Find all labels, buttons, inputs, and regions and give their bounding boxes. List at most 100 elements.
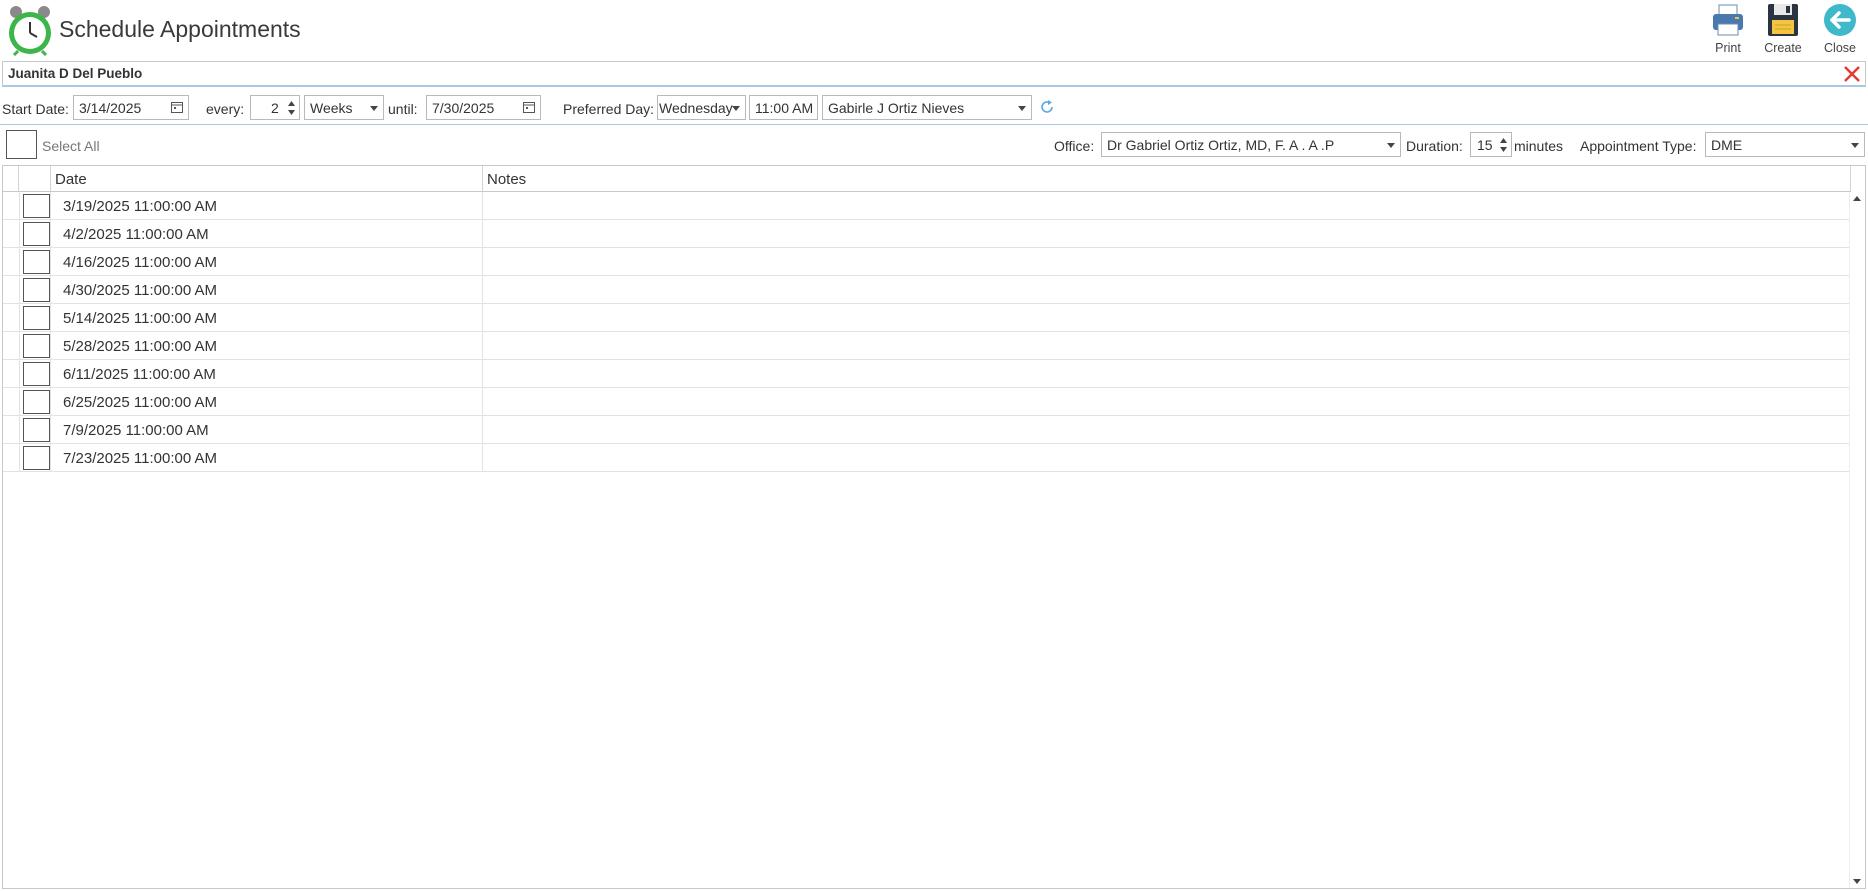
date-cell[interactable]: 6/11/2025 11:00:00 AM [51, 360, 483, 387]
duration-stepper[interactable]: 15 [1470, 132, 1512, 157]
notes-cell[interactable] [483, 416, 1851, 443]
table-row[interactable]: 7/9/2025 11:00:00 AM [3, 416, 1851, 444]
notes-cell[interactable] [483, 192, 1851, 219]
provider-value: Gabirle J Ortiz Nieves [828, 100, 965, 116]
row-checkbox[interactable] [23, 306, 50, 330]
appointment-type-label: Appointment Type: [1580, 138, 1697, 154]
date-value: 6/25/2025 11:00:00 AM [63, 394, 218, 411]
date-cell[interactable]: 4/30/2025 11:00:00 AM [51, 276, 483, 303]
time-input[interactable]: 11:00 AM [749, 95, 818, 120]
appointments-grid: Date Notes 3/19/2025 11:00:00 AM 4/2/2025… [2, 165, 1866, 889]
stepper-arrows-icon[interactable] [287, 98, 296, 118]
provider-select[interactable]: Gabirle J Ortiz Nieves [822, 95, 1032, 120]
start-date-picker[interactable]: 3/14/2025 [73, 95, 189, 120]
create-button[interactable]: Create [1755, 2, 1811, 58]
row-select-cell [19, 220, 51, 247]
table-row[interactable]: 6/25/2025 11:00:00 AM [3, 388, 1851, 416]
row-checkbox[interactable] [23, 418, 50, 442]
duration-value: 15 [1477, 137, 1493, 153]
start-date-label: Start Date: [2, 101, 69, 117]
column-header-date[interactable]: Date [51, 166, 483, 191]
notes-cell[interactable] [483, 444, 1851, 471]
duration-label: Duration: [1406, 138, 1463, 154]
select-all-checkbox[interactable] [6, 130, 37, 159]
calendar-icon[interactable] [523, 101, 535, 113]
row-checkbox[interactable] [23, 446, 50, 470]
start-date-value: 3/14/2025 [79, 100, 142, 116]
schedule-controls: Start Date: 3/14/2025 every: 2 Weeks unt… [0, 94, 1868, 124]
every-stepper[interactable]: 2 [250, 95, 300, 120]
row-select-cell [19, 276, 51, 303]
row-checkbox[interactable] [23, 278, 50, 302]
row-checkbox[interactable] [23, 194, 50, 218]
date-value: 5/14/2025 11:00:00 AM [63, 310, 218, 327]
date-cell[interactable]: 7/23/2025 11:00:00 AM [51, 444, 483, 471]
notes-cell[interactable] [483, 360, 1851, 387]
date-cell[interactable]: 5/28/2025 11:00:00 AM [51, 332, 483, 359]
table-row[interactable]: 5/14/2025 11:00:00 AM [3, 304, 1851, 332]
row-select-cell [19, 192, 51, 219]
until-date-picker[interactable]: 7/30/2025 [426, 95, 541, 120]
select-all-label: Select All [42, 138, 100, 154]
row-checkbox[interactable] [23, 250, 50, 274]
row-indicator [3, 444, 19, 471]
notes-cell[interactable] [483, 388, 1851, 415]
row-checkbox[interactable] [23, 222, 50, 246]
appointment-type-select[interactable]: DME [1705, 132, 1865, 157]
scroll-up-icon[interactable] [1853, 196, 1861, 201]
preferred-day-select[interactable]: Wednesday [657, 95, 746, 120]
chevron-down-icon [1851, 143, 1859, 148]
close-button[interactable]: Close [1812, 2, 1868, 58]
scroll-down-icon[interactable] [1853, 879, 1861, 884]
date-cell[interactable]: 3/19/2025 11:00:00 AM [51, 192, 483, 219]
table-row[interactable]: 4/16/2025 11:00:00 AM [3, 248, 1851, 276]
print-button[interactable]: Print [1700, 2, 1756, 58]
table-row[interactable]: 3/19/2025 11:00:00 AM [3, 192, 1851, 220]
grid-body: 3/19/2025 11:00:00 AM 4/2/2025 11:00:00 A… [3, 192, 1851, 472]
row-checkbox[interactable] [23, 390, 50, 414]
notes-cell[interactable] [483, 220, 1851, 247]
interval-unit-value: Weeks [310, 100, 353, 116]
date-cell[interactable]: 4/2/2025 11:00:00 AM [51, 220, 483, 247]
date-cell[interactable]: 4/16/2025 11:00:00 AM [51, 248, 483, 275]
date-value: 3/19/2025 11:00:00 AM [63, 198, 218, 215]
close-label: Close [1824, 41, 1856, 55]
date-value: 4/2/2025 11:00:00 AM [63, 226, 209, 243]
interval-unit-select[interactable]: Weeks [304, 95, 384, 120]
table-row[interactable]: 5/28/2025 11:00:00 AM [3, 332, 1851, 360]
calendar-icon[interactable] [171, 101, 183, 113]
notes-cell[interactable] [483, 276, 1851, 303]
until-label: until: [388, 101, 418, 117]
every-label: every: [206, 101, 245, 117]
date-cell[interactable]: 5/14/2025 11:00:00 AM [51, 304, 483, 331]
close-icon[interactable] [1841, 63, 1863, 85]
vertical-scrollbar[interactable] [1849, 192, 1865, 888]
date-value: 7/9/2025 11:00:00 AM [63, 422, 209, 439]
table-row[interactable]: 6/11/2025 11:00:00 AM [3, 360, 1851, 388]
refresh-icon[interactable] [1039, 99, 1055, 115]
row-select-cell [19, 444, 51, 471]
row-select-cell [19, 360, 51, 387]
office-select[interactable]: Dr Gabriel Ortiz Ortiz, MD, F. A . A .P [1101, 132, 1401, 157]
row-select-cell [19, 304, 51, 331]
page-title: Schedule Appointments [59, 16, 301, 42]
table-row[interactable]: 4/2/2025 11:00:00 AM [3, 220, 1851, 248]
row-select-cell [19, 248, 51, 275]
row-checkbox[interactable] [23, 362, 50, 386]
row-indicator-header [3, 166, 19, 191]
date-value: 5/28/2025 11:00:00 AM [63, 338, 218, 355]
date-cell[interactable]: 7/9/2025 11:00:00 AM [51, 416, 483, 443]
date-value: 4/30/2025 11:00:00 AM [63, 282, 218, 299]
stepper-arrows-icon[interactable] [1499, 135, 1508, 155]
preferred-day-label: Preferred Day: [563, 101, 655, 117]
notes-cell[interactable] [483, 304, 1851, 331]
date-cell[interactable]: 6/25/2025 11:00:00 AM [51, 388, 483, 415]
table-row[interactable]: 4/30/2025 11:00:00 AM [3, 276, 1851, 304]
notes-cell[interactable] [483, 248, 1851, 275]
row-checkbox[interactable] [23, 334, 50, 358]
date-value: 4/16/2025 11:00:00 AM [63, 254, 218, 271]
notes-cell[interactable] [483, 332, 1851, 359]
table-row[interactable]: 7/23/2025 11:00:00 AM [3, 444, 1851, 472]
column-header-notes[interactable]: Notes [483, 166, 1851, 191]
chevron-down-icon [732, 106, 740, 111]
